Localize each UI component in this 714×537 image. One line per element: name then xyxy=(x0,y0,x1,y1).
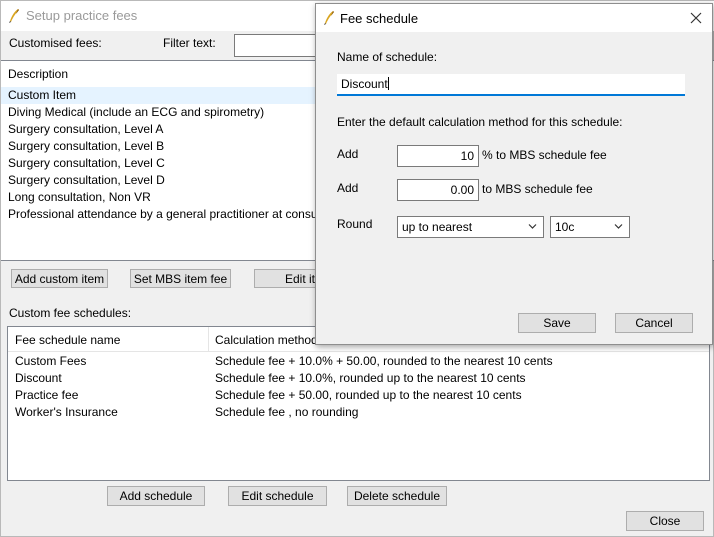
list-item[interactable]: Surgery consultation, Level C xyxy=(8,155,165,172)
schedule-method: Schedule fee , no rounding xyxy=(215,405,359,419)
amount-input[interactable]: 0.00 xyxy=(397,179,479,201)
filter-text-input[interactable] xyxy=(234,34,316,57)
schedule-method: Schedule fee + 10.0%, rounded up to the … xyxy=(215,371,526,385)
chevron-down-icon xyxy=(528,224,537,229)
list-item[interactable]: Professional attendance by a general pra… xyxy=(8,206,356,223)
list-item[interactable]: Surgery consultation, Level D xyxy=(8,172,165,189)
round-mode-value: up to nearest xyxy=(402,220,473,234)
column-divider[interactable] xyxy=(208,327,209,352)
schedule-name-input[interactable]: Discount xyxy=(337,74,685,96)
filter-text-label: Filter text: xyxy=(163,36,216,50)
edit-item-button[interactable]: Edit ite xyxy=(254,269,318,288)
percent-suffix-label: % to MBS schedule fee xyxy=(482,148,607,162)
set-mbs-item-fee-button[interactable]: Set MBS item fee xyxy=(130,269,231,288)
list-item[interactable]: Diving Medical (include an ECG and spiro… xyxy=(8,104,264,121)
text-caret xyxy=(387,77,389,90)
save-button[interactable]: Save xyxy=(518,313,596,333)
cancel-button[interactable]: Cancel xyxy=(615,313,693,333)
list-item[interactable]: Surgery consultation, Level B xyxy=(8,138,164,155)
schedule-name: Custom Fees xyxy=(15,354,87,368)
dialog-titlebar: Fee schedule xyxy=(316,4,712,32)
delete-schedule-button[interactable]: Delete schedule xyxy=(347,486,447,506)
list-item[interactable]: Surgery consultation, Level A xyxy=(8,121,163,138)
round-unit-value: 10c xyxy=(555,220,575,234)
schedule-method: Schedule fee + 50.00, rounded up to the … xyxy=(215,388,522,402)
add-amount-label: Add xyxy=(337,181,359,195)
round-unit-select[interactable]: 10c xyxy=(550,216,630,238)
table-row[interactable]: Discount Schedule fee + 10.0%, rounded u… xyxy=(8,370,709,387)
schedule-name: Practice fee xyxy=(15,388,79,402)
description-column-header[interactable]: Description xyxy=(8,66,68,83)
add-schedule-button[interactable]: Add schedule xyxy=(107,486,205,506)
quill-pen-icon xyxy=(324,11,334,25)
customised-fees-label: Customised fees: xyxy=(9,36,102,50)
close-icon[interactable] xyxy=(687,9,705,27)
main-window-title: Setup practice fees xyxy=(26,8,138,23)
calculation-method-label: Enter the default calculation method for… xyxy=(337,115,623,129)
add-percent-label: Add xyxy=(337,147,359,161)
fee-schedules-table[interactable]: Fee schedule name Calculation method Cus… xyxy=(7,326,710,481)
round-mode-select[interactable]: up to nearest xyxy=(397,216,544,238)
schedule-name-value: Discount xyxy=(341,77,388,91)
table-row[interactable]: Custom Fees Schedule fee + 10.0% + 50.00… xyxy=(8,353,709,370)
round-label: Round xyxy=(337,217,373,231)
list-item[interactable]: Long consultation, Non VR xyxy=(8,189,151,206)
chevron-down-icon xyxy=(614,224,623,229)
fee-schedule-dialog: Fee schedule Name of schedule: Discount … xyxy=(315,3,713,345)
quill-pen-icon xyxy=(9,9,19,23)
schedule-method: Schedule fee + 10.0% + 50.00, rounded to… xyxy=(215,354,553,368)
schedule-name: Worker's Insurance xyxy=(15,405,118,419)
table-row[interactable]: Worker's Insurance Schedule fee , no rou… xyxy=(8,404,709,421)
column-header-method[interactable]: Calculation method xyxy=(215,332,318,349)
column-header-name[interactable]: Fee schedule name xyxy=(15,332,120,349)
percent-input[interactable]: 10 xyxy=(397,145,479,167)
amount-suffix-label: to MBS schedule fee xyxy=(482,182,593,196)
dialog-title: Fee schedule xyxy=(340,11,419,26)
edit-schedule-button[interactable]: Edit schedule xyxy=(228,486,327,506)
schedule-name-label: Name of schedule: xyxy=(337,50,438,64)
add-custom-item-button[interactable]: Add custom item xyxy=(11,269,108,288)
close-button[interactable]: Close xyxy=(626,511,704,531)
custom-fee-schedules-label: Custom fee schedules: xyxy=(9,306,132,320)
schedule-name: Discount xyxy=(15,371,62,385)
table-row[interactable]: Practice fee Schedule fee + 50.00, round… xyxy=(8,387,709,404)
list-item[interactable]: Custom Item xyxy=(8,87,76,104)
